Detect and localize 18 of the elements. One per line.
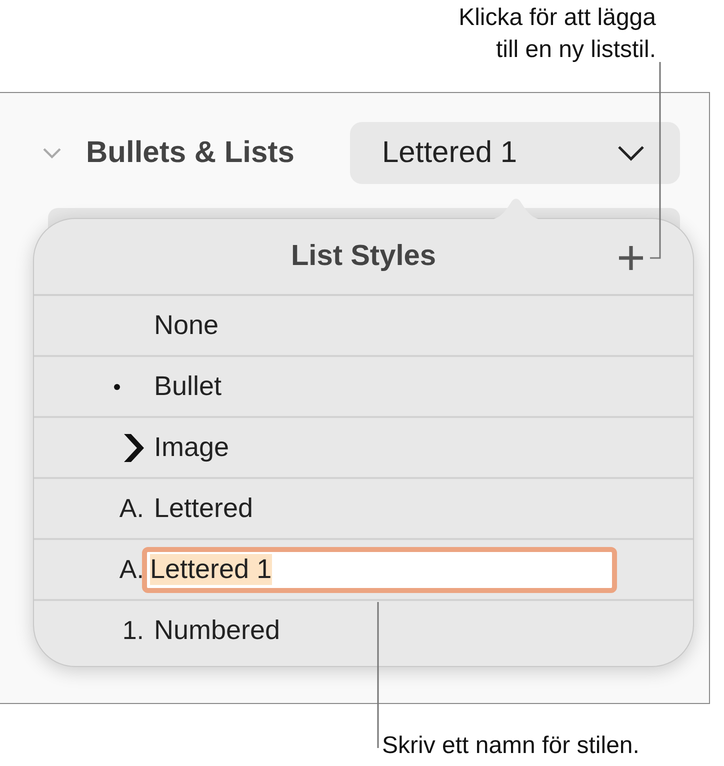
bullet-icon xyxy=(114,384,120,390)
list-style-item[interactable]: Lettered xyxy=(154,493,254,524)
add-icon[interactable] xyxy=(617,244,645,272)
list-marker: 1. xyxy=(122,615,144,646)
callout-text: Klicka för att lägga till en ny liststil. xyxy=(458,3,656,65)
chevron-down-icon xyxy=(616,144,646,162)
popover-title: List Styles xyxy=(290,240,436,273)
chevron-right-icon xyxy=(124,434,144,462)
list-marker: A. xyxy=(119,493,144,524)
callout-text: Skriv ett namn för stilen. xyxy=(382,731,640,761)
name-field[interactable]: Lettered 1 xyxy=(142,546,617,592)
list-style-item[interactable]: Bullet xyxy=(154,371,222,402)
list-marker: A. xyxy=(119,554,144,585)
list-style-popup[interactable]: Lettered 1 xyxy=(350,122,680,184)
section-title: Bullets & Lists xyxy=(86,136,296,170)
list-style-item[interactable]: Image xyxy=(154,432,230,463)
list-style-item[interactable]: None xyxy=(154,310,219,341)
list-style-item[interactable]: Numbered xyxy=(154,615,280,646)
